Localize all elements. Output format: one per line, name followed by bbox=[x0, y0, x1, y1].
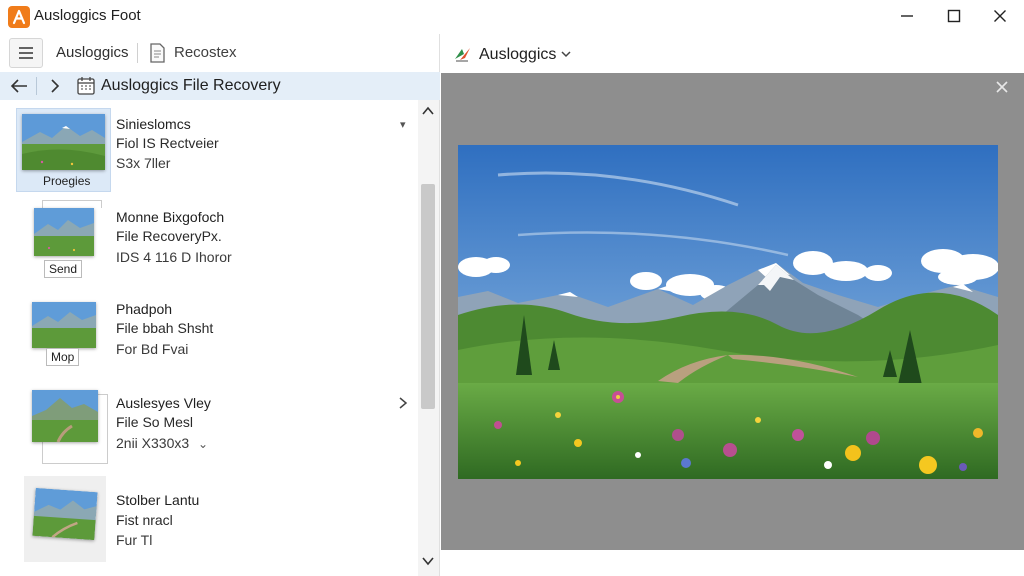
item-title: Sinieslomcs bbox=[116, 116, 191, 132]
caret-down-icon[interactable]: ▾ bbox=[400, 118, 406, 131]
chevron-down-icon[interactable]: ⌄ bbox=[198, 437, 208, 451]
hamburger-menu-button[interactable] bbox=[9, 38, 43, 68]
image-preview-area bbox=[441, 73, 1024, 550]
thumbnail-image bbox=[22, 114, 105, 170]
list-item[interactable]: Stolber Lantu Fist nracl Fur Tl bbox=[0, 476, 418, 568]
preview-pane: Ausloggics bbox=[441, 34, 1024, 576]
tab-recostex[interactable]: Recostex bbox=[174, 44, 237, 61]
hamburger-menu-icon bbox=[19, 47, 33, 59]
calendar-icon bbox=[77, 77, 95, 95]
item-title: Monne Bixgofoch bbox=[116, 209, 225, 225]
chevron-down-icon[interactable] bbox=[560, 49, 572, 59]
thumbnail-image bbox=[32, 302, 96, 348]
account-selector[interactable]: Ausloggics bbox=[479, 46, 556, 64]
preview-image bbox=[458, 145, 998, 479]
thumbnail[interactable]: Mop bbox=[16, 292, 111, 376]
scroll-down-icon[interactable] bbox=[420, 554, 436, 568]
list-item[interactable]: Proegies Sinieslomcs Fiol IS Rectveier S… bbox=[0, 106, 418, 198]
item-subtitle: Fiol IS Rectveier bbox=[116, 135, 219, 151]
thumbnail-stack bbox=[42, 200, 102, 208]
maximize-button[interactable] bbox=[931, 0, 977, 32]
close-window-button[interactable] bbox=[977, 0, 1023, 32]
scrollbar-thumb[interactable] bbox=[421, 184, 435, 409]
chevron-right-icon[interactable] bbox=[46, 76, 64, 96]
app-logo-icon bbox=[8, 6, 30, 28]
thumbnail-image bbox=[32, 390, 98, 442]
item-detail: For Bd Fvai bbox=[116, 341, 189, 357]
thumbnail-selected[interactable]: Proegies bbox=[16, 108, 111, 192]
document-icon bbox=[150, 43, 165, 63]
item-detail: 2nii X330x3 bbox=[116, 435, 190, 451]
brand-logo-icon bbox=[455, 48, 470, 62]
item-subtitle: Fist nracl bbox=[116, 512, 173, 528]
item-title: Stolber Lantu bbox=[116, 492, 200, 508]
item-subtitle: File bbah Shsht bbox=[116, 320, 214, 336]
file-list: Proegies Sinieslomcs Fiol IS Rectveier S… bbox=[0, 100, 418, 576]
thumbnail-label: Send bbox=[44, 260, 83, 278]
minimize-button[interactable] bbox=[884, 0, 930, 32]
navigation-bar: Ausloggics File Recovery bbox=[0, 72, 440, 100]
arrow-left-icon[interactable] bbox=[8, 76, 30, 96]
item-subtitle: File So Mesl bbox=[116, 414, 194, 430]
left-pane: Ausloggics Recostex Ausloggics File Reco… bbox=[0, 34, 440, 576]
minimize-icon bbox=[901, 15, 913, 17]
window-title: Ausloggics Foot bbox=[34, 7, 141, 24]
thumbnail-label: Proegies bbox=[43, 174, 91, 188]
scroll-up-icon[interactable] bbox=[420, 104, 436, 118]
title-bar: Ausloggics Foot bbox=[0, 0, 1024, 34]
tab-divider bbox=[137, 43, 138, 63]
item-subtitle: File RecoveryPx. bbox=[116, 228, 222, 244]
item-title: Phadpoh bbox=[116, 301, 173, 317]
preview-header: Ausloggics bbox=[441, 34, 1024, 72]
thumbnail-image bbox=[34, 208, 94, 256]
list-item[interactable]: Send Monne Bixgofoch File RecoveryPx. ID… bbox=[0, 198, 418, 290]
nav-divider bbox=[36, 77, 37, 95]
tab-ausloggics[interactable]: Ausloggics bbox=[56, 44, 129, 61]
chevron-right-icon[interactable] bbox=[398, 396, 408, 410]
list-item[interactable]: Auslesyes Vley File So Mesl 2nii X330x3 … bbox=[0, 382, 418, 474]
breadcrumb-title: Ausloggics File Recovery bbox=[101, 77, 281, 94]
thumbnail[interactable]: Send bbox=[16, 200, 111, 284]
item-detail: Fur Tl bbox=[116, 532, 153, 548]
thumbnail[interactable] bbox=[16, 384, 111, 468]
close-icon[interactable] bbox=[994, 79, 1010, 95]
item-title: Auslesyes Vley bbox=[116, 395, 211, 411]
thumbnail-image[interactable] bbox=[32, 487, 98, 541]
item-detail: IDS 4 116 D Ihoror bbox=[116, 249, 232, 265]
close-icon bbox=[994, 10, 1006, 22]
list-item[interactable]: Mop Phadpoh File bbah Shsht For Bd Fvai bbox=[0, 290, 418, 382]
left-toolbar: Ausloggics Recostex bbox=[0, 34, 440, 72]
maximize-icon bbox=[947, 9, 961, 23]
item-detail: S3x 7ller bbox=[116, 155, 171, 171]
thumbnail-label: Mop bbox=[46, 348, 80, 366]
